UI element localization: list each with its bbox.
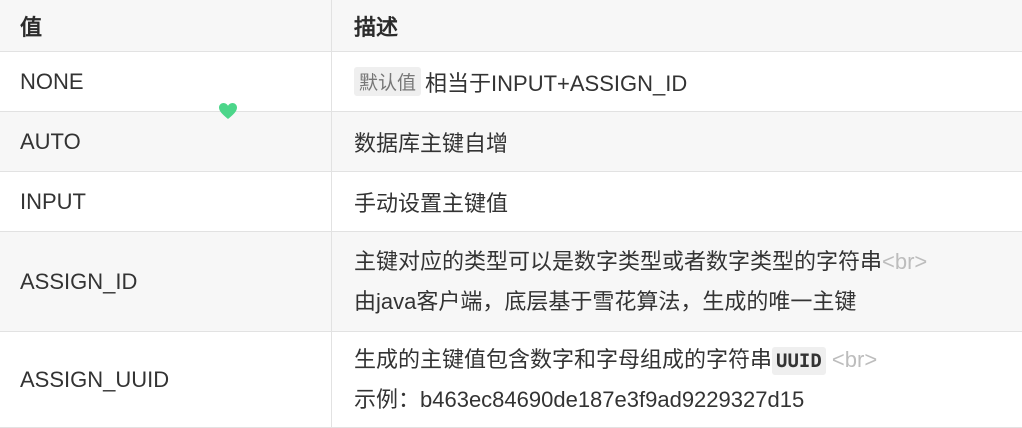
description-line-2: 由java客户端，底层基于雪花算法，生成的唯一主键: [354, 288, 857, 314]
uuid-code: UUID: [772, 346, 826, 375]
table-header: 值 描述: [0, 0, 1022, 52]
table-row: INPUT 手动设置主键值: [0, 172, 1022, 232]
br-tag: <br>: [831, 346, 878, 372]
heart-shape: [219, 103, 237, 119]
row-description: 主键对应的类型可以是数字类型或者数字类型的字符串<br> 由java客户端，底层…: [332, 232, 1022, 331]
row-value: AUTO: [0, 112, 332, 171]
header-value: 值: [0, 0, 332, 51]
row-description: 手动设置主键值: [354, 190, 509, 216]
heart-icon: [219, 103, 237, 119]
row-value: ASSIGN_UUID: [0, 332, 332, 427]
description-line-1: 生成的主键值包含数字和字母组成的字符串 UUID <br>: [354, 340, 877, 380]
description-text: 生成的主键值包含数字和字母组成的字符串: [354, 346, 773, 372]
default-tag: 默认值: [354, 67, 422, 96]
row-description: 生成的主键值包含数字和字母组成的字符串 UUID <br> 示例：b463ec84…: [332, 332, 1022, 427]
table-row: AUTO 数据库主键自增: [0, 112, 1022, 172]
id-type-table: 值 描述 NONE 默认值 相当于INPUT+ASSIGN_ID AUTO 数据…: [0, 0, 1022, 428]
table-row: ASSIGN_UUID 生成的主键值包含数字和字母组成的字符串 UUID <br>…: [0, 332, 1022, 428]
row-value: NONE: [0, 52, 332, 111]
table-row: NONE 默认值 相当于INPUT+ASSIGN_ID: [0, 52, 1022, 112]
description-line-1: 主键对应的类型可以是数字类型或者数字类型的字符串<br>: [354, 242, 927, 282]
row-value: INPUT: [0, 172, 332, 231]
description-text: 相当于INPUT+ASSIGN_ID: [425, 70, 688, 96]
header-description: 描述: [354, 14, 399, 40]
table-row: ASSIGN_ID 主键对应的类型可以是数字类型或者数字类型的字符串<br> 由…: [0, 232, 1022, 332]
description-text: 主键对应的类型可以是数字类型或者数字类型的字符串: [354, 248, 883, 274]
br-tag: <br>: [882, 248, 928, 274]
description-line-2: 示例：b463ec84690de187e3f9ad9229327d15: [354, 386, 805, 412]
row-value: ASSIGN_ID: [0, 232, 332, 331]
row-description: 默认值 相当于INPUT+ASSIGN_ID: [332, 52, 1022, 111]
row-description: 数据库主键自增: [354, 130, 509, 156]
